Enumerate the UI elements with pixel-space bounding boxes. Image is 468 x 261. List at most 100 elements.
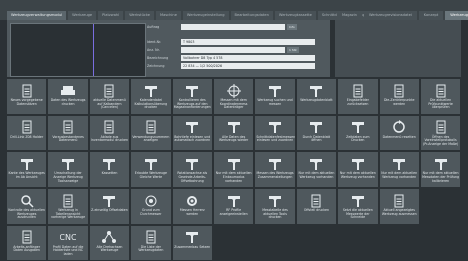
tab-left-7[interactable]: Werkzeugkassette (274, 11, 316, 20)
tab-left-6[interactable]: Bearbeitungsdaten (230, 11, 273, 20)
function-tile[interactable]: Nur mit dem aktuellen Werkzeug vorhanden (296, 152, 337, 187)
tile-label: Alle Drehachsen Werkzeuge (96, 244, 123, 253)
function-tile[interactable]: Kalenderdatei Kalkulationsüberung drucke… (131, 79, 171, 114)
tile-label: Werkzeug suchen und messen (257, 98, 293, 106)
form-label: Zeichnung (147, 64, 165, 68)
function-tile[interactable]: Rotationsachse als Gewinde-Arbeits-Offse… (172, 152, 212, 187)
target-icon (143, 194, 159, 207)
tab-left-2[interactable]: Platzwahl (98, 11, 124, 20)
tab-left-5[interactable]: Werkzeugeinstellung (182, 11, 229, 20)
tile-label: Profil Daten auf die Holderliste und NC … (52, 244, 84, 257)
function-tile[interactable]: Erlaubte Werkzeuge Gleiche Werte (131, 152, 171, 187)
function-tile[interactable]: Setzt die aktuellen Messwerte der Schnei… (338, 189, 378, 224)
function-tile[interactable]: Bohrtiefe einlesen und automatisch zuord… (172, 115, 212, 151)
tile-label: Rotationsachse als Gewinde-Arbeits-Offse… (177, 171, 208, 183)
function-tile[interactable]: Kassetten (89, 152, 130, 187)
function-tile[interactable]: Nur mit dem aktuellen Einbaumodus vorhan… (213, 152, 254, 187)
function-tile[interactable]: Werkzeugdatenblatt (296, 79, 337, 114)
top-toolbar: Werkzeugverwaltungsmodul Werkzeuge Platzwa… (0, 0, 468, 20)
function-tile (420, 189, 461, 224)
tile-label: Arbeits-anfänger Daten Ausgaben (13, 244, 41, 253)
tile-label: Vorausbestandenes Datenmenü (52, 134, 84, 143)
tile-label: Messen Herrerz werden (179, 208, 205, 216)
function-tile[interactable]: Werkzeug suchen und messen (255, 79, 295, 114)
tile-label: Die aktuellen Prüfpunktwerte überprüfen (428, 98, 453, 110)
tool-cut-icon (267, 121, 283, 134)
tool-profile-icon (226, 194, 242, 207)
document-list-icon (19, 84, 35, 97)
function-tile[interactable]: Werkzeug in Tabellenansicht vorherige We… (48, 189, 88, 224)
function-tile[interactable]: Kante des Werkzeuges im Ab Ansicht (7, 152, 47, 187)
tab-left-4[interactable]: Maschine (156, 11, 181, 20)
tab-right-0[interactable]: Magazin (337, 11, 362, 20)
function-tile[interactable]: Ablade aus Inventarmodul drucken (89, 115, 130, 151)
tool-assembly-icon (267, 157, 283, 170)
function-tile[interactable]: Kontrolle des aktuellen Werkzeuges ausdr… (7, 189, 47, 224)
function-tile[interactable]: Neues vorgegebene Datensätzen (7, 79, 47, 114)
qr-icon (143, 120, 159, 134)
form-field[interactable]: 22 834 — 1/2 500/2026 (181, 63, 315, 69)
tab-right-2[interactable]: Konzept (418, 11, 444, 20)
function-tile[interactable]: Zeitdaten zum Drucken (338, 115, 378, 151)
right-info-panel (335, 20, 461, 77)
drill-depth-icon (184, 121, 200, 134)
form-button[interactable]: Info (287, 24, 297, 30)
measure-list-icon (391, 194, 407, 208)
form-field[interactable] (181, 47, 285, 53)
function-tile[interactable]: Die aktuellen Prüfpunktwerte überprüfen (420, 79, 461, 114)
form-field[interactable]: Vollbohrer D8 Typ 4 578 (181, 55, 315, 61)
function-tile[interactable]: Drill-Link Z08 Holder (7, 115, 47, 151)
form-button[interactable]: 1 Stk (287, 47, 299, 53)
function-tile[interactable]: Schnittdatenfestmessen einlesen und zuor… (255, 115, 295, 151)
function-tile[interactable]: Verwendungsnummern anzeigen (131, 115, 171, 151)
function-tile[interactable]: RF Profile anzeigeeinstellen (213, 189, 254, 224)
function-tile[interactable]: CNC Profil Daten auf die Holderliste und … (48, 225, 88, 261)
function-tile[interactable]: Kontrollieren des Werkzeugs auf den Maga… (172, 79, 212, 114)
function-tile[interactable]: Nur mit dem aktuellen Werkzeug vorhanden (379, 152, 419, 187)
function-tile[interactable]: Alle Drehachsen Werkzeuge (89, 225, 130, 261)
tile-label: Aktuell angezeigtes Werkzeug ausmessen (381, 208, 417, 216)
function-tile[interactable]: Grund zum Durchmesser (131, 189, 171, 224)
function-tile[interactable]: Nur mit dem aktuellen Messdaten der Prüf… (420, 152, 461, 187)
function-tile[interactable]: Offstell drucken (296, 189, 337, 224)
form-row: Zeichnung 22 834 — 1/2 500/2026 (147, 63, 327, 69)
function-tile[interactable]: Alle Daten des Werkzeugs wieder (213, 115, 254, 151)
form-field[interactable] (181, 24, 285, 30)
tile-label: Nur mit dem aktuellen Messdaten der Prüf… (422, 171, 460, 183)
function-tile[interactable]: Arbeits-anfänger Daten Ausgaben (7, 225, 47, 261)
function-tile[interactable]: Messen mit dem Koordinatenmess Datenträg… (213, 79, 254, 114)
function-tile[interactable]: Nur mit dem aktuellen Werkzeug vorhanden (338, 152, 378, 187)
tab-left-1[interactable]: Werkzeuge (68, 11, 97, 20)
tab-right-1[interactable]: Werkzeugrevisionsdatei (363, 11, 417, 20)
tool-preview-canvas[interactable] (10, 23, 146, 77)
form-label: Anz. Nr. (147, 48, 160, 52)
form-label: Auftrag (147, 25, 160, 29)
barcode-icon (19, 120, 35, 134)
tab-left-3[interactable]: Werkstücke (125, 11, 154, 20)
function-tile[interactable]: Eingabefelder zurücksetzen (338, 79, 378, 114)
function-tile[interactable]: Die-Zentrierpunkte werden (379, 79, 419, 114)
function-tile[interactable]: Messen Herrerz werden (172, 189, 212, 224)
tab-left-0[interactable]: Werkzeugverwaltungsmodul (7, 11, 67, 20)
function-tile[interactable]: Zusammenbau Setzen (172, 225, 212, 261)
function-tile[interactable]: Messen des Werkzeugs Zusammenstellungen (255, 152, 295, 187)
function-tile[interactable]: Datenmenü resetten (379, 115, 419, 151)
function-tile[interactable]: Aktuell angezeigtes Werkzeug ausmessen (379, 189, 419, 224)
function-tile[interactable]: aktuelle Datenmenü auf Kalbandern (Cance… (89, 79, 130, 114)
function-tile[interactable]: Die Liste der Werkzeugdaten (131, 225, 171, 261)
tile-label: Grund zum Durchmesser (140, 208, 162, 216)
tab-right-3[interactable]: Werkzeug (445, 11, 468, 20)
form-label: Ident-Nr. (147, 40, 162, 44)
tile-label: Zusammenbau Setzen (174, 244, 211, 249)
tool-switch-icon (60, 157, 76, 170)
function-tile[interactable]: Messtabelle des aktuellen Tools drucken (255, 189, 295, 224)
function-tile[interactable]: Umschaltung der Anzeige Werkzeug Toolsan… (48, 152, 88, 187)
form-field[interactable]: T 9803 (181, 39, 315, 45)
form-row: Auftrag Info (147, 24, 327, 30)
clipboard-icon (308, 194, 324, 208)
function-tile[interactable]: Durch Datenblatt öffnen (296, 115, 337, 151)
function-tile[interactable]: Z-einseitig Offsetdaten (89, 189, 130, 224)
function-tile[interactable]: Daten des Werkzeugs drucken (48, 79, 88, 114)
function-tile[interactable]: Vorausbestandenes Datenmenü (48, 115, 88, 151)
function-tile[interactable]: Öffnen des Voreinstellprotokolls (Pr-Anz… (420, 115, 461, 151)
